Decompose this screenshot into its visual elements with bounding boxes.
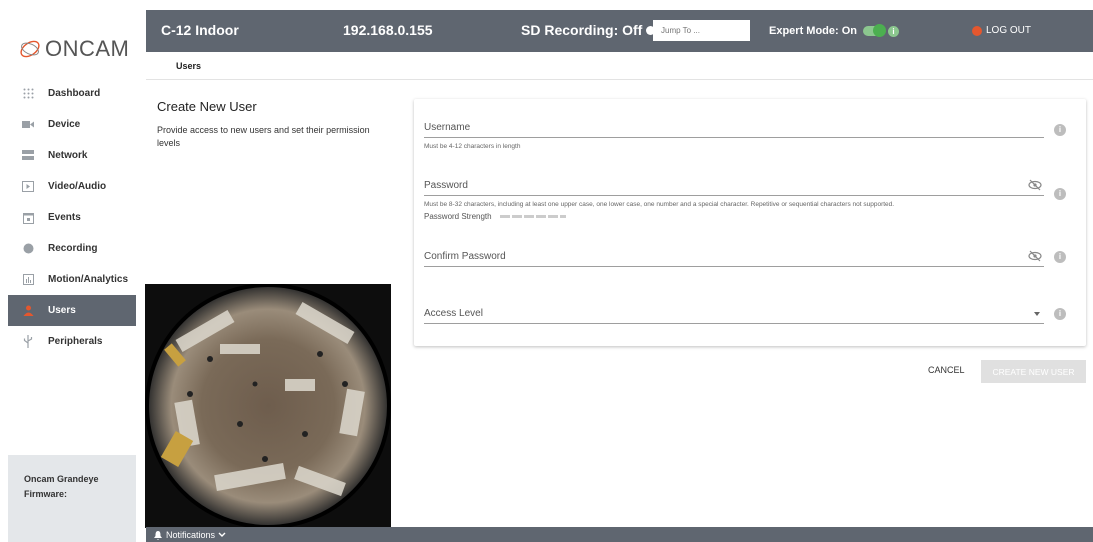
password-info-icon[interactable]: i xyxy=(1054,188,1066,200)
password-strength-meter xyxy=(499,215,566,218)
play-icon xyxy=(22,181,34,193)
eye-off-icon[interactable] xyxy=(1028,179,1042,191)
sidebar-item-label: Network xyxy=(48,150,88,161)
page-description: Provide access to new users and set thei… xyxy=(157,125,370,148)
confirm-password-label: Confirm Password xyxy=(424,251,506,262)
cancel-button[interactable]: CANCEL xyxy=(928,365,965,375)
sidebar-item-label: Dashboard xyxy=(48,88,101,99)
chevron-down-icon xyxy=(218,532,226,537)
sidebar-item-users[interactable]: Users xyxy=(8,295,136,326)
sidebar-item-video-audio[interactable]: Video/Audio xyxy=(8,171,136,202)
analytics-icon xyxy=(22,274,34,286)
page-title: Create New User xyxy=(157,99,257,114)
sidebar: ONCAM Dashboard Device Network Video/Aud… xyxy=(8,10,136,542)
sidebar-item-label: Events xyxy=(48,212,81,223)
sidebar-item-label: Motion/Analytics xyxy=(48,274,129,285)
sd-recording-status: SD Recording: Off xyxy=(521,22,656,38)
device-name: Oncam Grandeye xyxy=(24,474,99,484)
usb-icon xyxy=(22,335,34,348)
expert-mode: Expert Mode: On i xyxy=(769,24,900,37)
logout-button[interactable]: LOG OUT xyxy=(972,25,1031,36)
breadcrumb-current: Users xyxy=(176,61,202,71)
sidebar-item-device[interactable]: Device xyxy=(8,109,136,140)
network-icon xyxy=(22,150,34,162)
sidebar-item-dashboard[interactable]: Dashboard xyxy=(8,78,136,109)
breadcrumb: Users xyxy=(146,52,1093,80)
camera-name: C-12 Indoor xyxy=(161,22,239,38)
sidebar-item-label: Recording xyxy=(48,243,98,254)
camera-preview[interactable] xyxy=(145,284,391,528)
confirm-password-field[interactable]: Confirm Password xyxy=(424,246,1044,267)
access-level-select[interactable]: Access Level xyxy=(424,303,1044,324)
password-field[interactable]: Password xyxy=(424,175,1044,196)
firmware-label: Firmware: xyxy=(24,489,68,499)
sidebar-item-motion-analytics[interactable]: Motion/Analytics xyxy=(8,264,136,295)
eye-off-icon[interactable] xyxy=(1028,250,1042,262)
sidebar-item-recording[interactable]: Recording xyxy=(8,233,136,264)
logout-icon xyxy=(972,25,982,36)
password-strength-label: Password Strength xyxy=(424,212,492,221)
grid-icon xyxy=(22,88,34,100)
notifications-toggle[interactable]: Notifications xyxy=(154,530,226,540)
chevron-down-icon xyxy=(1034,312,1040,316)
access-level-info-icon[interactable]: i xyxy=(1054,308,1066,320)
password-strength: Password Strength xyxy=(424,212,566,221)
sd-recording-label: SD Recording: Off xyxy=(521,22,643,38)
password-label: Password xyxy=(424,180,468,191)
access-level-label: Access Level xyxy=(424,308,483,319)
logout-label: LOG OUT xyxy=(986,25,1032,36)
create-new-user-button[interactable]: CREATE NEW USER xyxy=(981,360,1086,383)
username-hint: Must be 4-12 characters in length xyxy=(424,143,521,150)
sidebar-item-label: Peripherals xyxy=(48,336,103,347)
top-header: C-12 Indoor 192.168.0.155 SD Recording: … xyxy=(146,10,1093,52)
fisheye-image xyxy=(145,284,391,528)
record-icon xyxy=(22,243,34,255)
bell-icon xyxy=(154,530,162,540)
user-icon xyxy=(22,305,34,317)
username-info-icon[interactable]: i xyxy=(1054,124,1066,136)
username-label: Username xyxy=(424,122,471,133)
sidebar-item-label: Video/Audio xyxy=(48,181,107,192)
logo-text: ONCAM xyxy=(45,36,130,61)
sidebar-item-label: Device xyxy=(48,119,81,130)
calendar-icon xyxy=(22,212,34,224)
sidebar-item-network[interactable]: Network xyxy=(8,140,136,171)
oncam-logo[interactable]: ONCAM xyxy=(18,32,136,66)
expert-mode-toggle[interactable] xyxy=(863,24,887,37)
password-hint: Must be 8-32 characters, including at le… xyxy=(424,201,895,208)
sidebar-item-events[interactable]: Events xyxy=(8,202,136,233)
notifications-label: Notifications xyxy=(166,530,216,540)
device-info: Oncam Grandeye Firmware: xyxy=(8,455,136,542)
camera-ip: 192.168.0.155 xyxy=(343,22,433,38)
confirm-password-info-icon[interactable]: i xyxy=(1054,251,1066,263)
camera-icon xyxy=(22,119,34,131)
oncam-logo-icon xyxy=(20,40,40,58)
jump-to-input[interactable] xyxy=(653,20,750,41)
username-field[interactable]: Username xyxy=(424,117,1044,138)
notifications-bar[interactable]: Notifications xyxy=(146,527,1093,542)
create-user-form: Username i Must be 4-12 characters in le… xyxy=(414,99,1086,346)
sidebar-item-label: Users xyxy=(48,305,76,316)
expert-mode-label: Expert Mode: On xyxy=(769,25,858,37)
sidebar-item-peripherals[interactable]: Peripherals xyxy=(8,326,136,357)
sidebar-nav: Dashboard Device Network Video/Audio Eve… xyxy=(8,78,136,357)
expert-info-icon[interactable]: i xyxy=(888,25,900,37)
